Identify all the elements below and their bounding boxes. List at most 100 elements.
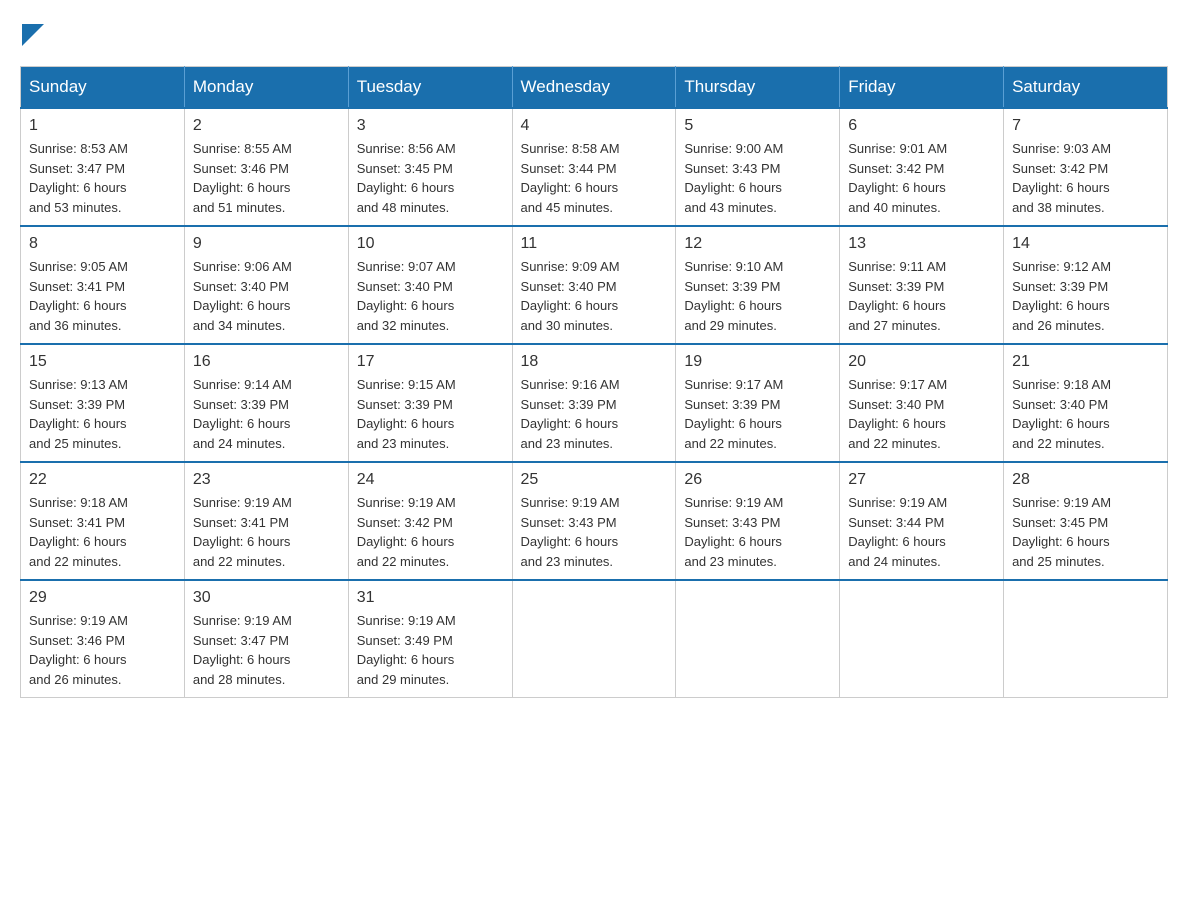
day-info: Sunrise: 9:19 AM Sunset: 3:43 PM Dayligh… [684,493,831,571]
calendar-cell: 6 Sunrise: 9:01 AM Sunset: 3:42 PM Dayli… [840,108,1004,226]
day-number: 18 [521,353,668,371]
calendar-cell: 4 Sunrise: 8:58 AM Sunset: 3:44 PM Dayli… [512,108,676,226]
day-number: 28 [1012,471,1159,489]
day-number: 19 [684,353,831,371]
day-number: 24 [357,471,504,489]
calendar-cell: 21 Sunrise: 9:18 AM Sunset: 3:40 PM Dayl… [1004,344,1168,462]
day-info: Sunrise: 9:19 AM Sunset: 3:44 PM Dayligh… [848,493,995,571]
logo-triangle-icon [22,24,44,46]
day-header-tuesday: Tuesday [348,67,512,109]
day-number: 16 [193,353,340,371]
day-number: 13 [848,235,995,253]
day-number: 1 [29,117,176,135]
day-number: 6 [848,117,995,135]
calendar-week-row: 22 Sunrise: 9:18 AM Sunset: 3:41 PM Dayl… [21,462,1168,580]
day-number: 29 [29,589,176,607]
day-header-saturday: Saturday [1004,67,1168,109]
day-info: Sunrise: 9:19 AM Sunset: 3:46 PM Dayligh… [29,611,176,689]
calendar-cell [1004,580,1168,698]
calendar-cell: 2 Sunrise: 8:55 AM Sunset: 3:46 PM Dayli… [184,108,348,226]
day-info: Sunrise: 9:07 AM Sunset: 3:40 PM Dayligh… [357,257,504,335]
day-info: Sunrise: 8:58 AM Sunset: 3:44 PM Dayligh… [521,139,668,217]
day-header-monday: Monday [184,67,348,109]
day-info: Sunrise: 9:16 AM Sunset: 3:39 PM Dayligh… [521,375,668,453]
day-number: 30 [193,589,340,607]
day-number: 27 [848,471,995,489]
day-info: Sunrise: 9:15 AM Sunset: 3:39 PM Dayligh… [357,375,504,453]
day-number: 11 [521,235,668,253]
day-number: 12 [684,235,831,253]
calendar-week-row: 1 Sunrise: 8:53 AM Sunset: 3:47 PM Dayli… [21,108,1168,226]
calendar-header-row: SundayMondayTuesdayWednesdayThursdayFrid… [21,67,1168,109]
day-info: Sunrise: 9:19 AM Sunset: 3:43 PM Dayligh… [521,493,668,571]
calendar-cell: 9 Sunrise: 9:06 AM Sunset: 3:40 PM Dayli… [184,226,348,344]
calendar-cell: 28 Sunrise: 9:19 AM Sunset: 3:45 PM Dayl… [1004,462,1168,580]
calendar-cell: 1 Sunrise: 8:53 AM Sunset: 3:47 PM Dayli… [21,108,185,226]
calendar-cell: 20 Sunrise: 9:17 AM Sunset: 3:40 PM Dayl… [840,344,1004,462]
day-number: 9 [193,235,340,253]
day-info: Sunrise: 9:03 AM Sunset: 3:42 PM Dayligh… [1012,139,1159,217]
day-info: Sunrise: 9:06 AM Sunset: 3:40 PM Dayligh… [193,257,340,335]
day-info: Sunrise: 9:18 AM Sunset: 3:40 PM Dayligh… [1012,375,1159,453]
calendar-cell: 14 Sunrise: 9:12 AM Sunset: 3:39 PM Dayl… [1004,226,1168,344]
day-number: 7 [1012,117,1159,135]
day-info: Sunrise: 9:14 AM Sunset: 3:39 PM Dayligh… [193,375,340,453]
calendar-cell: 25 Sunrise: 9:19 AM Sunset: 3:43 PM Dayl… [512,462,676,580]
page-header [20,20,1168,46]
day-info: Sunrise: 9:17 AM Sunset: 3:39 PM Dayligh… [684,375,831,453]
calendar-week-row: 29 Sunrise: 9:19 AM Sunset: 3:46 PM Dayl… [21,580,1168,698]
calendar-cell: 7 Sunrise: 9:03 AM Sunset: 3:42 PM Dayli… [1004,108,1168,226]
calendar-cell: 18 Sunrise: 9:16 AM Sunset: 3:39 PM Dayl… [512,344,676,462]
day-header-sunday: Sunday [21,67,185,109]
calendar-cell [840,580,1004,698]
calendar-cell: 5 Sunrise: 9:00 AM Sunset: 3:43 PM Dayli… [676,108,840,226]
day-info: Sunrise: 9:13 AM Sunset: 3:39 PM Dayligh… [29,375,176,453]
day-number: 25 [521,471,668,489]
day-info: Sunrise: 9:19 AM Sunset: 3:49 PM Dayligh… [357,611,504,689]
day-info: Sunrise: 9:11 AM Sunset: 3:39 PM Dayligh… [848,257,995,335]
calendar-cell: 19 Sunrise: 9:17 AM Sunset: 3:39 PM Dayl… [676,344,840,462]
calendar-cell: 31 Sunrise: 9:19 AM Sunset: 3:49 PM Dayl… [348,580,512,698]
calendar-cell: 29 Sunrise: 9:19 AM Sunset: 3:46 PM Dayl… [21,580,185,698]
calendar-cell: 12 Sunrise: 9:10 AM Sunset: 3:39 PM Dayl… [676,226,840,344]
day-info: Sunrise: 8:55 AM Sunset: 3:46 PM Dayligh… [193,139,340,217]
calendar-cell: 8 Sunrise: 9:05 AM Sunset: 3:41 PM Dayli… [21,226,185,344]
day-number: 4 [521,117,668,135]
day-info: Sunrise: 9:18 AM Sunset: 3:41 PM Dayligh… [29,493,176,571]
calendar-week-row: 8 Sunrise: 9:05 AM Sunset: 3:41 PM Dayli… [21,226,1168,344]
day-number: 22 [29,471,176,489]
day-info: Sunrise: 9:05 AM Sunset: 3:41 PM Dayligh… [29,257,176,335]
day-info: Sunrise: 9:09 AM Sunset: 3:40 PM Dayligh… [521,257,668,335]
day-header-thursday: Thursday [676,67,840,109]
calendar-cell: 17 Sunrise: 9:15 AM Sunset: 3:39 PM Dayl… [348,344,512,462]
calendar-cell: 26 Sunrise: 9:19 AM Sunset: 3:43 PM Dayl… [676,462,840,580]
calendar-cell [512,580,676,698]
day-number: 8 [29,235,176,253]
calendar-cell: 24 Sunrise: 9:19 AM Sunset: 3:42 PM Dayl… [348,462,512,580]
day-header-wednesday: Wednesday [512,67,676,109]
calendar-cell: 16 Sunrise: 9:14 AM Sunset: 3:39 PM Dayl… [184,344,348,462]
day-info: Sunrise: 9:10 AM Sunset: 3:39 PM Dayligh… [684,257,831,335]
day-number: 2 [193,117,340,135]
day-info: Sunrise: 9:00 AM Sunset: 3:43 PM Dayligh… [684,139,831,217]
calendar-cell: 23 Sunrise: 9:19 AM Sunset: 3:41 PM Dayl… [184,462,348,580]
logo [20,20,44,46]
calendar-cell: 22 Sunrise: 9:18 AM Sunset: 3:41 PM Dayl… [21,462,185,580]
day-number: 10 [357,235,504,253]
day-number: 5 [684,117,831,135]
calendar-cell: 13 Sunrise: 9:11 AM Sunset: 3:39 PM Dayl… [840,226,1004,344]
day-info: Sunrise: 8:53 AM Sunset: 3:47 PM Dayligh… [29,139,176,217]
day-number: 15 [29,353,176,371]
day-info: Sunrise: 9:12 AM Sunset: 3:39 PM Dayligh… [1012,257,1159,335]
day-info: Sunrise: 8:56 AM Sunset: 3:45 PM Dayligh… [357,139,504,217]
day-info: Sunrise: 9:19 AM Sunset: 3:42 PM Dayligh… [357,493,504,571]
calendar-cell: 15 Sunrise: 9:13 AM Sunset: 3:39 PM Dayl… [21,344,185,462]
calendar-cell: 30 Sunrise: 9:19 AM Sunset: 3:47 PM Dayl… [184,580,348,698]
calendar-week-row: 15 Sunrise: 9:13 AM Sunset: 3:39 PM Dayl… [21,344,1168,462]
day-number: 17 [357,353,504,371]
calendar-cell: 11 Sunrise: 9:09 AM Sunset: 3:40 PM Dayl… [512,226,676,344]
day-info: Sunrise: 9:19 AM Sunset: 3:45 PM Dayligh… [1012,493,1159,571]
logo-combined [20,20,44,46]
day-info: Sunrise: 9:17 AM Sunset: 3:40 PM Dayligh… [848,375,995,453]
day-number: 20 [848,353,995,371]
